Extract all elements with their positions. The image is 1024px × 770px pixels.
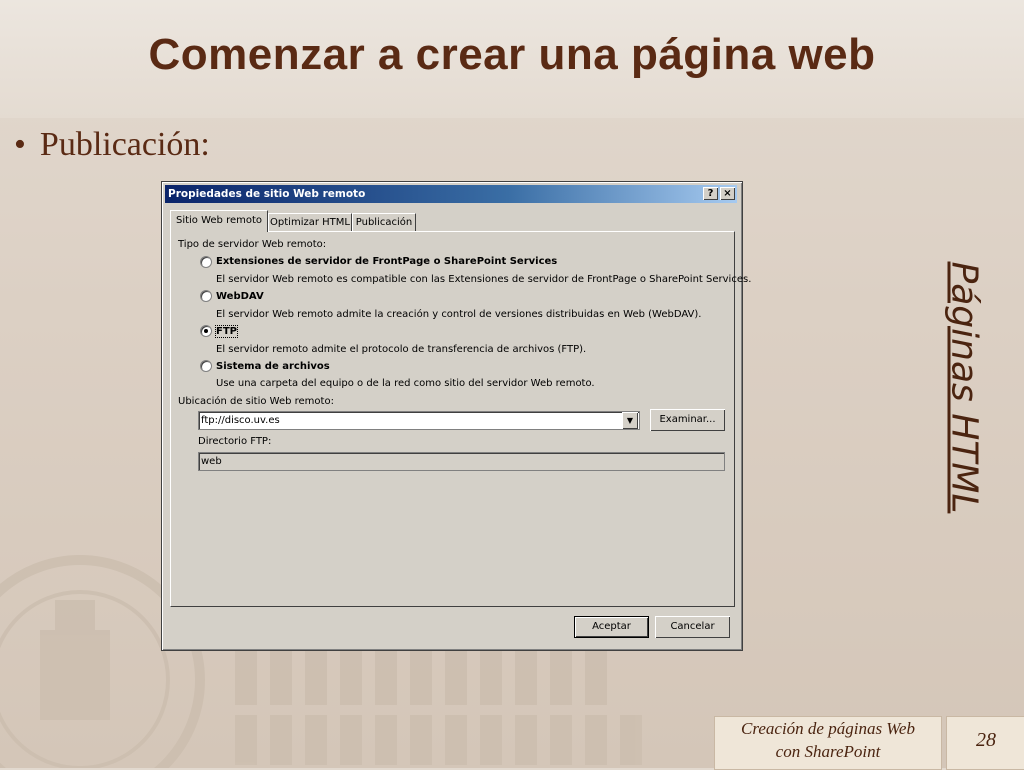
radio-frontpage-extensions[interactable]	[200, 256, 212, 268]
remote-site-properties-dialog: Propiedades de sitio Web remoto ? × Siti…	[161, 181, 751, 651]
slide-title: Comenzar a crear una página web	[148, 30, 876, 79]
footer-line-1: Creación de páginas Web	[741, 719, 915, 738]
bullet-text: Publicación:	[39, 126, 210, 163]
tab-panel: Tipo de servidor Web remoto: Extensiones…	[170, 231, 751, 607]
bullet-item: • Publicación:	[14, 126, 210, 164]
side-title: Páginas HTML	[933, 262, 995, 560]
radio-ftp[interactable]	[200, 325, 212, 337]
side-title-text: Páginas HTML	[943, 261, 985, 514]
option-desc-file-system: Use una carpeta del equipo o de la red c…	[216, 378, 595, 389]
dialog-titlebar: Propiedades de sitio Web remoto ? ×	[165, 185, 737, 203]
browse-button[interactable]: Examinar...	[650, 409, 725, 431]
option-desc-webdav: El servidor Web remoto admite la creació…	[216, 309, 702, 320]
dropdown-arrow-icon[interactable]: ▼	[622, 412, 638, 429]
dialog-title: Propiedades de sitio Web remoto	[168, 188, 366, 200]
radio-file-system[interactable]	[200, 360, 212, 372]
radio-webdav[interactable]	[200, 290, 212, 302]
location-label: Ubicación de sitio Web remoto:	[178, 396, 334, 407]
footer-course-title: Creación de páginas Web con SharePoint	[714, 716, 942, 770]
ok-button[interactable]: Aceptar	[574, 616, 649, 638]
page-number: 28	[946, 716, 1024, 770]
help-button[interactable]: ?	[703, 187, 718, 200]
option-label-file-system[interactable]: Sistema de archivos	[216, 361, 330, 372]
cancel-button[interactable]: Cancelar	[655, 616, 730, 638]
tab-publishing[interactable]: Publicación	[352, 213, 416, 231]
option-desc-frontpage: El servidor Web remoto es compatible con…	[216, 274, 752, 285]
location-combobox[interactable]: ftp://disco.uv.es	[198, 411, 640, 430]
option-label-ftp[interactable]: FTP	[215, 325, 238, 338]
bullet-dot-icon: •	[14, 126, 26, 163]
ftp-directory-label: Directorio FTP:	[198, 436, 272, 447]
option-desc-ftp: El servidor remoto admite el protocolo d…	[216, 344, 587, 355]
footer-line-2: con SharePoint	[775, 742, 881, 761]
server-type-label: Tipo de servidor Web remoto:	[178, 239, 327, 250]
option-label-frontpage[interactable]: Extensiones de servidor de FrontPage o S…	[216, 256, 557, 267]
tab-remote-site[interactable]: Sitio Web remoto	[170, 210, 268, 232]
ftp-directory-field[interactable]: web	[198, 452, 725, 471]
option-label-webdav[interactable]: WebDAV	[216, 291, 264, 302]
close-button[interactable]: ×	[720, 187, 735, 200]
tab-optimize-html[interactable]: Optimizar HTML	[268, 213, 352, 231]
